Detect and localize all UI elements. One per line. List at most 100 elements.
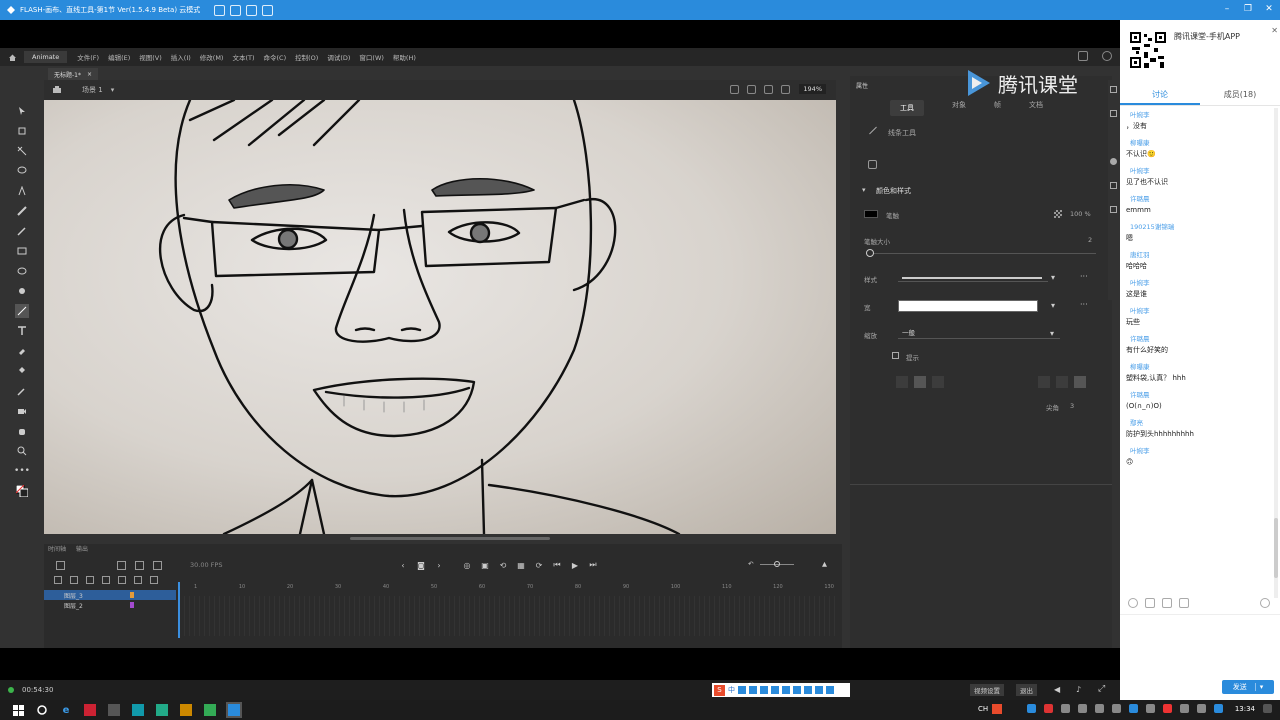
frame-grid[interactable] — [180, 596, 836, 636]
onion-skin-icon[interactable]: ◎ — [462, 560, 472, 570]
menu-debug[interactable]: 调试(D) — [327, 52, 350, 62]
ime-icon[interactable] — [760, 686, 768, 694]
tab-document[interactable]: 文档 — [1029, 100, 1043, 116]
chat-scrollbar[interactable] — [1274, 108, 1278, 598]
fullscreen-icon[interactable]: ⤢ — [1098, 684, 1105, 694]
chat-sender[interactable]: 叶婉李 — [1130, 306, 1272, 316]
ime-icon[interactable] — [815, 686, 823, 694]
fps-readout[interactable]: 30.00 FPS — [190, 561, 222, 569]
hand-tool-icon[interactable] — [15, 424, 29, 438]
send-button[interactable]: 发送 ▾ — [1222, 680, 1274, 694]
undo-icon[interactable]: ↶ — [748, 560, 753, 568]
image-icon[interactable] — [1162, 598, 1172, 608]
stage-canvas[interactable] — [44, 100, 836, 534]
info-icon[interactable] — [1110, 158, 1117, 165]
ime-icon[interactable] — [804, 686, 812, 694]
clip-frames-icon[interactable]: ▦ — [516, 560, 526, 570]
ime-chinese-mode[interactable]: 中 — [728, 685, 735, 695]
ime-icon[interactable] — [793, 686, 801, 694]
stroke-size-value[interactable]: 2 — [1088, 236, 1092, 244]
pen-tool-icon[interactable] — [15, 184, 29, 198]
tab-frame[interactable]: 帧 — [994, 100, 1001, 116]
chevron-down-icon[interactable]: ▾ — [862, 186, 866, 194]
close-icon[interactable]: ✕ — [1264, 4, 1274, 14]
ime-icon[interactable] — [782, 686, 790, 694]
brush-tool-icon[interactable] — [15, 204, 29, 218]
document-tab[interactable]: 无标题-1* × — [48, 68, 99, 80]
ime-toolbar[interactable]: S 中 — [712, 683, 850, 697]
layer-color-swatch[interactable] — [130, 592, 134, 598]
menu-modify[interactable]: 修改(M) — [200, 52, 224, 62]
ime-icon[interactable] — [749, 686, 757, 694]
rectangle-tool-icon[interactable] — [15, 244, 29, 258]
width-select[interactable] — [898, 300, 1038, 312]
tab-tool[interactable]: 工具 — [890, 100, 924, 116]
tray-icon[interactable] — [1145, 704, 1155, 713]
chat-sender[interactable]: 叶婉李 — [1130, 446, 1272, 456]
zoom-tool-icon[interactable] — [15, 444, 29, 458]
chat-sender[interactable]: 柳曝康 — [1130, 138, 1272, 148]
tab-output[interactable]: 输出 — [76, 544, 88, 554]
camera-icon[interactable] — [747, 85, 756, 94]
side-icon[interactable] — [1110, 206, 1117, 213]
cap-none-icon[interactable] — [896, 376, 908, 388]
tab-discuss[interactable]: 讨论 — [1120, 86, 1200, 105]
more-options-icon[interactable]: ··· — [1080, 300, 1088, 309]
layer-color-swatch[interactable] — [130, 602, 134, 608]
fit-icon[interactable] — [781, 85, 790, 94]
search-icon[interactable] — [36, 704, 48, 716]
chat-sender[interactable]: 许璐晨 — [1130, 334, 1272, 344]
chat-sender[interactable]: 许璐晨 — [1130, 390, 1272, 400]
eye-icon[interactable] — [134, 576, 142, 584]
lasso-tool-icon[interactable] — [15, 164, 29, 178]
menu-window[interactable]: 窗口(W) — [359, 52, 384, 62]
file-icon[interactable] — [1179, 598, 1189, 608]
edit-multiple-icon[interactable]: ▣ — [480, 560, 490, 570]
restore-icon[interactable]: ❐ — [1243, 4, 1253, 14]
subselection-tool-icon[interactable] — [15, 124, 29, 138]
edge-icon[interactable]: e — [60, 704, 72, 716]
highlight-icon[interactable] — [102, 576, 110, 584]
join-bevel-icon[interactable] — [1074, 376, 1086, 388]
side-icon[interactable] — [1110, 110, 1117, 117]
chevron-down-icon[interactable]: ▾ — [1254, 683, 1263, 691]
side-icon[interactable] — [1110, 86, 1117, 93]
pencil-tool-icon[interactable] — [15, 224, 29, 238]
camera-tool-icon[interactable] — [15, 404, 29, 418]
rewind-icon[interactable]: ⏮ — [552, 560, 562, 570]
close-tab-icon[interactable]: × — [87, 71, 92, 78]
hint-checkbox[interactable] — [892, 352, 899, 359]
video-settings-button[interactable]: 视频设置 — [970, 684, 1004, 696]
export-icon[interactable] — [246, 4, 258, 16]
sound-icon[interactable]: ♪ — [1076, 685, 1081, 694]
scene-name[interactable]: 场景 1 — [82, 85, 103, 95]
layers-icon[interactable] — [56, 560, 65, 570]
join-round-icon[interactable] — [1056, 376, 1068, 388]
app-icon[interactable] — [180, 704, 192, 716]
stage-horizontal-scrollbar[interactable] — [350, 537, 550, 540]
paint-bucket-icon[interactable] — [15, 364, 29, 378]
ime-icon[interactable] — [771, 686, 779, 694]
chevron-down-icon[interactable]: ▾ — [1051, 301, 1055, 310]
sogou-icon[interactable]: S — [714, 684, 725, 696]
join-miter-icon[interactable] — [1038, 376, 1050, 388]
menu-command[interactable]: 命令(C) — [264, 52, 287, 62]
side-icon[interactable] — [1110, 182, 1117, 189]
tray-icon[interactable] — [1196, 704, 1206, 713]
delete-layer-icon[interactable] — [86, 576, 94, 584]
new-layer-icon[interactable] — [70, 576, 78, 584]
stroke-fill-swatch-icon[interactable] — [15, 484, 29, 498]
transform-tool-icon[interactable] — [15, 144, 29, 158]
new-folder-icon[interactable] — [54, 576, 62, 584]
tray-icon[interactable] — [1213, 704, 1223, 713]
workspace-icon[interactable] — [1078, 51, 1088, 61]
menu-view[interactable]: 视图(V) — [139, 52, 162, 62]
text-tool-icon[interactable] — [15, 324, 29, 338]
layer-row[interactable]: 图层_2 — [44, 600, 176, 610]
tray-icon[interactable] — [1026, 704, 1036, 713]
tab-timeline[interactable]: 时间轴 — [48, 544, 66, 554]
loop-icon[interactable]: ⟲ — [498, 560, 508, 570]
chat-sender[interactable]: 叶婉李 — [1130, 166, 1272, 176]
menu-text[interactable]: 文本(T) — [232, 52, 254, 62]
menu-edit[interactable]: 编辑(E) — [108, 52, 130, 62]
